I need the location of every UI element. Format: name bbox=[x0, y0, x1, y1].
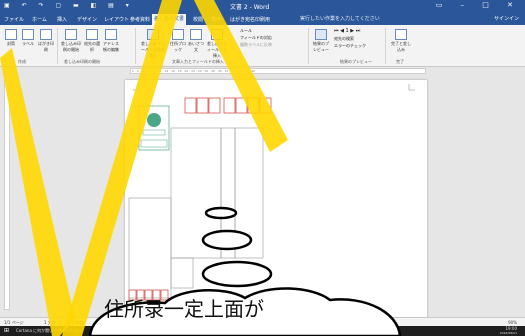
greeting-line-button[interactable]: あいさつ文 bbox=[188, 29, 204, 53]
check-errors-button[interactable]: エラーのチェック bbox=[334, 43, 366, 49]
postcard-page[interactable] bbox=[125, 80, 427, 320]
tab-mailings[interactable]: 差し込み文書 bbox=[152, 14, 187, 25]
start-mail-merge-button[interactable]: 差し込み印刷の開始 bbox=[60, 29, 82, 53]
postcard-layout bbox=[128, 84, 415, 301]
find-recipient-button[interactable]: 宛先の検索 bbox=[334, 36, 354, 42]
labels-icon bbox=[22, 29, 34, 40]
tab-insert[interactable]: 挿入 bbox=[55, 15, 69, 24]
address-block-icon bbox=[172, 29, 184, 40]
taskbar: ⊞ Cortana に何か聞いてみてください 19:00 2016/08/01 bbox=[0, 326, 525, 336]
record-navigator[interactable]: ⏮ ◀ 1 ▶ ⏭ bbox=[334, 28, 360, 34]
window-controls[interactable]: ▭ – □ ✕ bbox=[436, 1, 521, 9]
record-number[interactable]: 1 bbox=[346, 28, 349, 34]
address-frames bbox=[128, 127, 264, 299]
merge-field-icon bbox=[211, 29, 223, 40]
recipients-icon bbox=[86, 29, 98, 40]
insert-merge-field-button[interactable]: 差し込みフィールドの挿入 bbox=[206, 29, 228, 59]
preview-icon bbox=[315, 29, 327, 40]
postal-code-boxes bbox=[184, 97, 272, 114]
group-label-preview: 結果のプレビュー bbox=[340, 59, 372, 64]
highlight-icon bbox=[147, 29, 159, 40]
zoom-level[interactable]: 90% bbox=[508, 320, 517, 325]
tab-review[interactable]: 校閲 bbox=[191, 15, 205, 24]
address-block-button[interactable]: 住所ブロック bbox=[170, 29, 186, 53]
rules-button[interactable]: ルール bbox=[240, 28, 252, 34]
windows-start-icon[interactable]: ⊞ bbox=[4, 327, 9, 334]
envelope-button[interactable]: 封筒 bbox=[3, 29, 19, 47]
user-signin[interactable]: サインイン bbox=[494, 15, 519, 22]
group-label-create: 作成 bbox=[18, 59, 26, 64]
cortana-search[interactable]: Cortana に何か聞いてみてください bbox=[16, 328, 81, 334]
title-bar: ▣ ↶ ↷ ▢ ▬ ◧ ▤ ▾ 文書 2 - Word ▭ – □ ✕ bbox=[0, 0, 525, 13]
group-separator bbox=[385, 28, 386, 64]
tab-references[interactable]: 参考資料 bbox=[128, 15, 152, 24]
window-title: 文書 2 - Word bbox=[230, 4, 270, 11]
tab-home[interactable]: ホーム bbox=[30, 15, 49, 24]
group-separator bbox=[57, 28, 58, 64]
postage-stamp-icon bbox=[138, 105, 170, 151]
tab-layout[interactable]: レイアウト bbox=[102, 15, 131, 24]
tab-design[interactable]: デザイン bbox=[75, 15, 99, 24]
greeting-icon bbox=[190, 29, 202, 40]
vertical-ruler[interactable] bbox=[4, 80, 10, 310]
ribbon-tabs: ファイル ホーム 挿入 デザイン レイアウト 参考資料 差し込み文書 校閲 表示… bbox=[0, 13, 525, 25]
tab-view[interactable]: 表示 bbox=[209, 15, 223, 24]
group-label-write-insert: 文章入力とフィールドの挿入 bbox=[172, 59, 224, 64]
match-fields-button[interactable]: フィールドの対応 bbox=[240, 35, 272, 41]
group-label-start-merge: 差し込み印刷の開始 bbox=[64, 59, 100, 64]
group-separator bbox=[135, 28, 136, 64]
quick-access-toolbar[interactable]: ▣ ↶ ↷ ▢ ▬ ◧ ▤ ▾ bbox=[4, 2, 134, 9]
edit-address-list-button[interactable]: アドレス帳の編集 bbox=[102, 29, 120, 53]
finish-icon bbox=[395, 29, 407, 40]
tell-me-search[interactable]: 実行したい作業を入力してください bbox=[300, 15, 380, 22]
tab-postcard[interactable]: はがき宛名印刷用 bbox=[228, 15, 272, 24]
tab-file[interactable]: ファイル bbox=[2, 15, 26, 24]
group-label-finish: 完了 bbox=[396, 59, 404, 64]
finish-merge-button[interactable]: 完了と差し込み bbox=[390, 29, 412, 53]
postcard-button[interactable]: はがき印刷 bbox=[37, 29, 55, 53]
update-labels-button[interactable]: 複数ラベルに反映 bbox=[240, 42, 272, 48]
mail-merge-icon bbox=[65, 29, 77, 40]
horizontal-ruler[interactable]: 2 · 4 · 6 · 8 · 10 · 12 · 14 · 16 · 18 ·… bbox=[130, 68, 426, 74]
clock-date: 2016/08/01 bbox=[499, 331, 517, 335]
postcard-icon bbox=[40, 29, 52, 40]
labels-button[interactable]: ラベル bbox=[20, 29, 36, 47]
envelope-icon bbox=[5, 29, 17, 40]
ribbon: 封筒 ラベル はがき印刷 作成 差し込み印刷の開始 宛先の選択 アドレス帳の編集… bbox=[0, 25, 525, 67]
thought-bubble-text: 住所录一定上面が bbox=[104, 297, 264, 321]
select-recipients-button[interactable]: 宛先の選択 bbox=[84, 29, 100, 53]
highlight-fields-button[interactable]: 差し込みフィールドの強調表示 bbox=[140, 29, 166, 59]
group-separator bbox=[308, 28, 309, 64]
address-list-icon bbox=[105, 29, 117, 40]
preview-results-button[interactable]: 結果のプレビュー bbox=[312, 29, 330, 53]
